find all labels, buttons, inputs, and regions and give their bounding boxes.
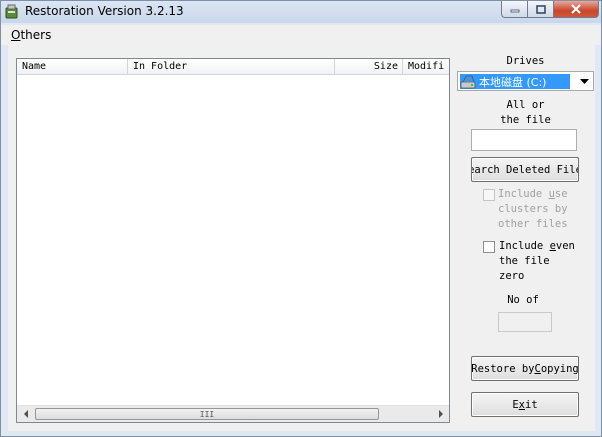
restore-text-1: Restore by <box>471 362 535 375</box>
drive-selected-item: 本地磁盘 (C:) <box>460 74 570 89</box>
include-used-text-1: Include <box>498 188 549 200</box>
filter-label: All or the file <box>457 98 594 128</box>
column-header-name[interactable]: Name <box>17 59 128 75</box>
drive-selected-label: 本地磁盘 (C:) <box>479 75 547 89</box>
arrow-left-icon <box>23 410 28 418</box>
search-deleted-files-button[interactable]: earch Deleted File <box>471 157 579 182</box>
menu-others-label: thers <box>20 28 52 42</box>
minimize-button[interactable] <box>501 1 528 18</box>
include-zero-size-checkbox[interactable] <box>483 241 495 253</box>
menu-others[interactable]: Others <box>11 28 51 42</box>
include-used-text-4: other files <box>498 218 568 230</box>
include-zero-text-1: Include <box>499 240 550 252</box>
main-panel: Name In Folder Size Modifi III Drives 本地… <box>8 45 595 431</box>
include-zero-text-4: zero <box>499 270 525 282</box>
column-header-modified[interactable]: Modifi <box>403 59 449 75</box>
include-zero-size-label: Include even the file zero <box>499 239 575 284</box>
horizontal-scrollbar[interactable]: III <box>17 405 449 422</box>
chevron-down-icon <box>580 78 589 84</box>
exit-text-2: it <box>525 398 538 411</box>
scroll-thumb[interactable]: III <box>35 408 379 420</box>
count-field <box>498 312 552 332</box>
exit-button[interactable]: Ex it <box>471 392 579 417</box>
app-window: Restoration Version 3.2.13 Others Name I… <box>0 0 602 437</box>
filter-input[interactable] <box>471 129 577 151</box>
title-bar[interactable]: Restoration Version 3.2.13 <box>1 1 601 23</box>
app-icon <box>5 4 18 19</box>
include-used-text-2: se <box>554 188 568 200</box>
scroll-left-button[interactable] <box>17 406 34 422</box>
include-zero-text-3: the file <box>499 255 550 267</box>
scroll-grip: III <box>199 409 215 419</box>
close-button[interactable] <box>554 1 599 18</box>
deleted-files-list[interactable]: Name In Folder Size Modifi III <box>16 58 450 423</box>
include-used-clusters-label: Include use clusters by other files <box>498 187 568 232</box>
drive-icon <box>460 75 476 89</box>
column-header-size[interactable]: Size <box>335 59 403 75</box>
menu-bar: Others <box>1 25 601 45</box>
drive-dropdown-button[interactable] <box>576 72 593 90</box>
include-used-text-3: clusters by <box>498 203 568 215</box>
restore-text-2: opying <box>540 362 579 375</box>
maximize-icon <box>535 4 546 14</box>
count-label: No of <box>507 294 539 306</box>
include-used-clusters-checkbox[interactable] <box>483 189 495 201</box>
close-icon <box>571 4 581 14</box>
window-title: Restoration Version 3.2.13 <box>25 4 184 18</box>
list-header: Name In Folder Size Modifi <box>17 59 449 75</box>
filter-label-line1: All or <box>506 99 545 111</box>
column-header-folder[interactable]: In Folder <box>128 59 335 75</box>
include-zero-text-2: ven <box>555 240 575 252</box>
scroll-right-button[interactable] <box>432 406 449 422</box>
caption-buttons <box>501 1 599 19</box>
minimize-icon <box>510 9 519 13</box>
maximize-button[interactable] <box>528 1 554 18</box>
arrow-right-icon <box>438 410 443 418</box>
filter-label-line2: the file <box>500 114 551 126</box>
restore-by-copying-button[interactable]: Restore by Copying <box>471 356 579 381</box>
drives-label: Drives <box>506 55 545 67</box>
drive-select[interactable]: 本地磁盘 (C:) <box>457 71 594 91</box>
